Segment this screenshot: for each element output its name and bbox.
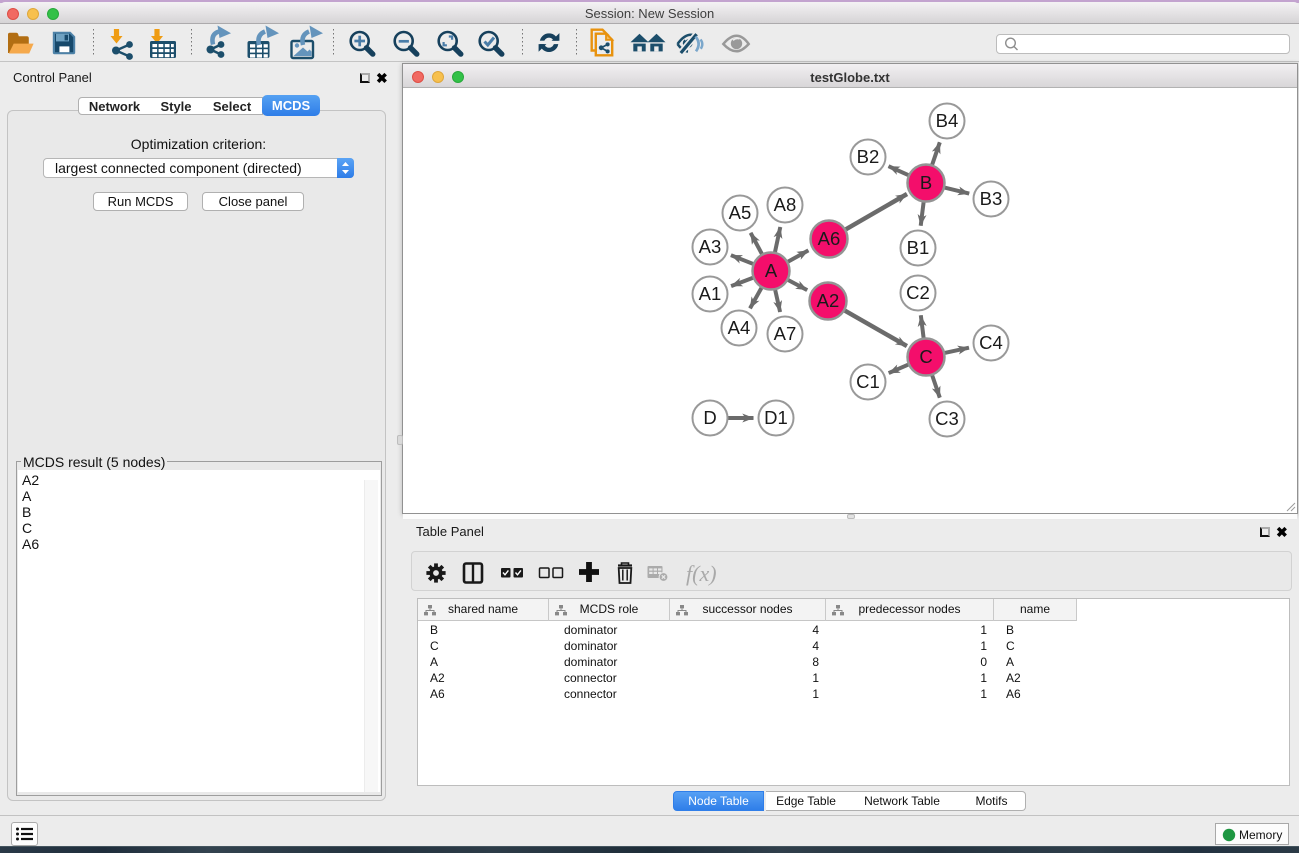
svg-text:A5: A5 xyxy=(729,202,752,223)
svg-text:A3: A3 xyxy=(699,236,722,257)
svg-text:C: C xyxy=(919,346,932,367)
svg-text:C1: C1 xyxy=(856,371,880,392)
svg-text:B: B xyxy=(920,172,932,193)
svg-text:A: A xyxy=(765,260,778,281)
svg-text:A2: A2 xyxy=(817,290,840,311)
svg-text:C3: C3 xyxy=(935,408,959,429)
svg-text:C2: C2 xyxy=(906,282,930,303)
svg-text:B1: B1 xyxy=(907,237,930,258)
svg-text:A4: A4 xyxy=(728,317,751,338)
svg-text:B3: B3 xyxy=(980,188,1003,209)
svg-text:D: D xyxy=(703,407,716,428)
svg-text:A1: A1 xyxy=(699,283,722,304)
svg-text:A6: A6 xyxy=(818,228,841,249)
svg-text:B4: B4 xyxy=(936,110,959,131)
svg-text:f(x): f(x) xyxy=(686,561,717,586)
svg-text:B2: B2 xyxy=(857,146,880,167)
svg-text:A7: A7 xyxy=(774,323,797,344)
svg-text:C4: C4 xyxy=(979,332,1003,353)
svg-text:A8: A8 xyxy=(774,194,797,215)
svg-text:D1: D1 xyxy=(764,407,788,428)
